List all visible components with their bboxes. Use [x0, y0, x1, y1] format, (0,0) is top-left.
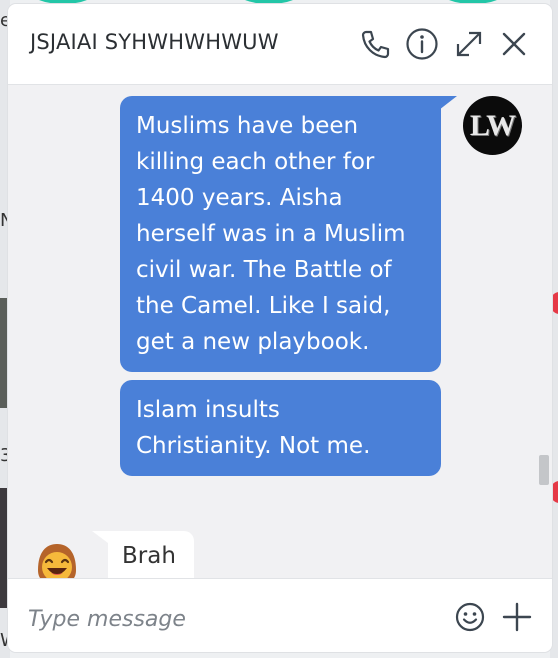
avatar-initials: LW [469, 108, 516, 142]
sender-avatar: LW [463, 96, 522, 155]
message-composer [8, 578, 552, 652]
outgoing-message: Muslims have been killing each other for… [120, 96, 441, 372]
bubble-tail [92, 531, 108, 543]
outgoing-message: Islam insults Christianity. Not me. [120, 380, 441, 476]
message-line: herself was in a Muslim [136, 221, 406, 247]
phone-icon[interactable] [357, 26, 393, 62]
scrollbar-thumb[interactable] [539, 455, 549, 485]
message-input[interactable] [26, 601, 430, 637]
chat-window: JSJAIAI SYHWHWHWUW LW Muslims have been … [8, 4, 552, 652]
message-line: 1400 years. Aisha [136, 185, 343, 211]
message-line: civil war. The Battle of [136, 257, 392, 283]
plus-icon[interactable] [499, 599, 535, 635]
message-line: Muslims have been [136, 113, 359, 139]
emoji-icon[interactable] [452, 599, 488, 635]
chat-title: JSJAIAI SYHWHWHWUW [30, 30, 279, 54]
message-line: Islam insults [136, 397, 280, 423]
close-icon[interactable] [496, 26, 532, 62]
info-icon[interactable] [404, 26, 440, 62]
message-line: Christianity. Not me. [136, 433, 371, 459]
message-line: the Camel. Like I said, [136, 293, 391, 319]
chat-header: JSJAIAI SYHWHWHWUW [8, 4, 552, 85]
expand-icon[interactable] [451, 26, 487, 62]
bubble-tail [439, 96, 457, 110]
message-line: killing each other for [136, 149, 375, 175]
message-line: get a new playbook. [136, 329, 370, 355]
message-list[interactable]: LW Muslims have been killing each other … [8, 85, 552, 591]
